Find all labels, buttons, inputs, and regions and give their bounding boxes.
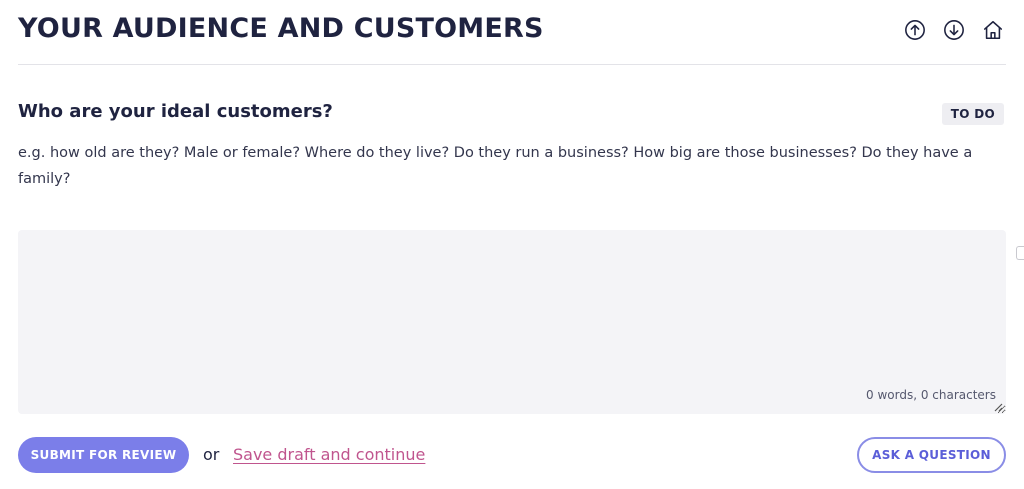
word-counter: 0 words, 0 characters (866, 388, 996, 402)
submit-for-review-button[interactable]: SUBMIT FOR REVIEW (18, 437, 189, 473)
save-draft-link[interactable]: Save draft and continue (233, 445, 425, 464)
side-tab-edge (1016, 246, 1024, 260)
arrow-down-circle-icon[interactable] (941, 17, 967, 43)
status-badge: TO DO (941, 103, 1004, 125)
home-icon[interactable] (980, 17, 1006, 43)
or-text: or (203, 445, 220, 464)
question-hint: e.g. how old are they? Male or female? W… (18, 145, 973, 187)
arrow-up-circle-icon[interactable] (902, 17, 928, 43)
ask-question-button[interactable]: ASK A QUESTION (857, 437, 1006, 473)
header-divider (18, 64, 1006, 65)
question-title: Who are your ideal customers? (18, 101, 333, 122)
resize-handle-icon[interactable] (993, 402, 1003, 412)
section-title: YOUR AUDIENCE AND CUSTOMERS (18, 13, 544, 44)
answer-textarea[interactable] (18, 230, 1006, 414)
section-nav (902, 17, 1006, 43)
